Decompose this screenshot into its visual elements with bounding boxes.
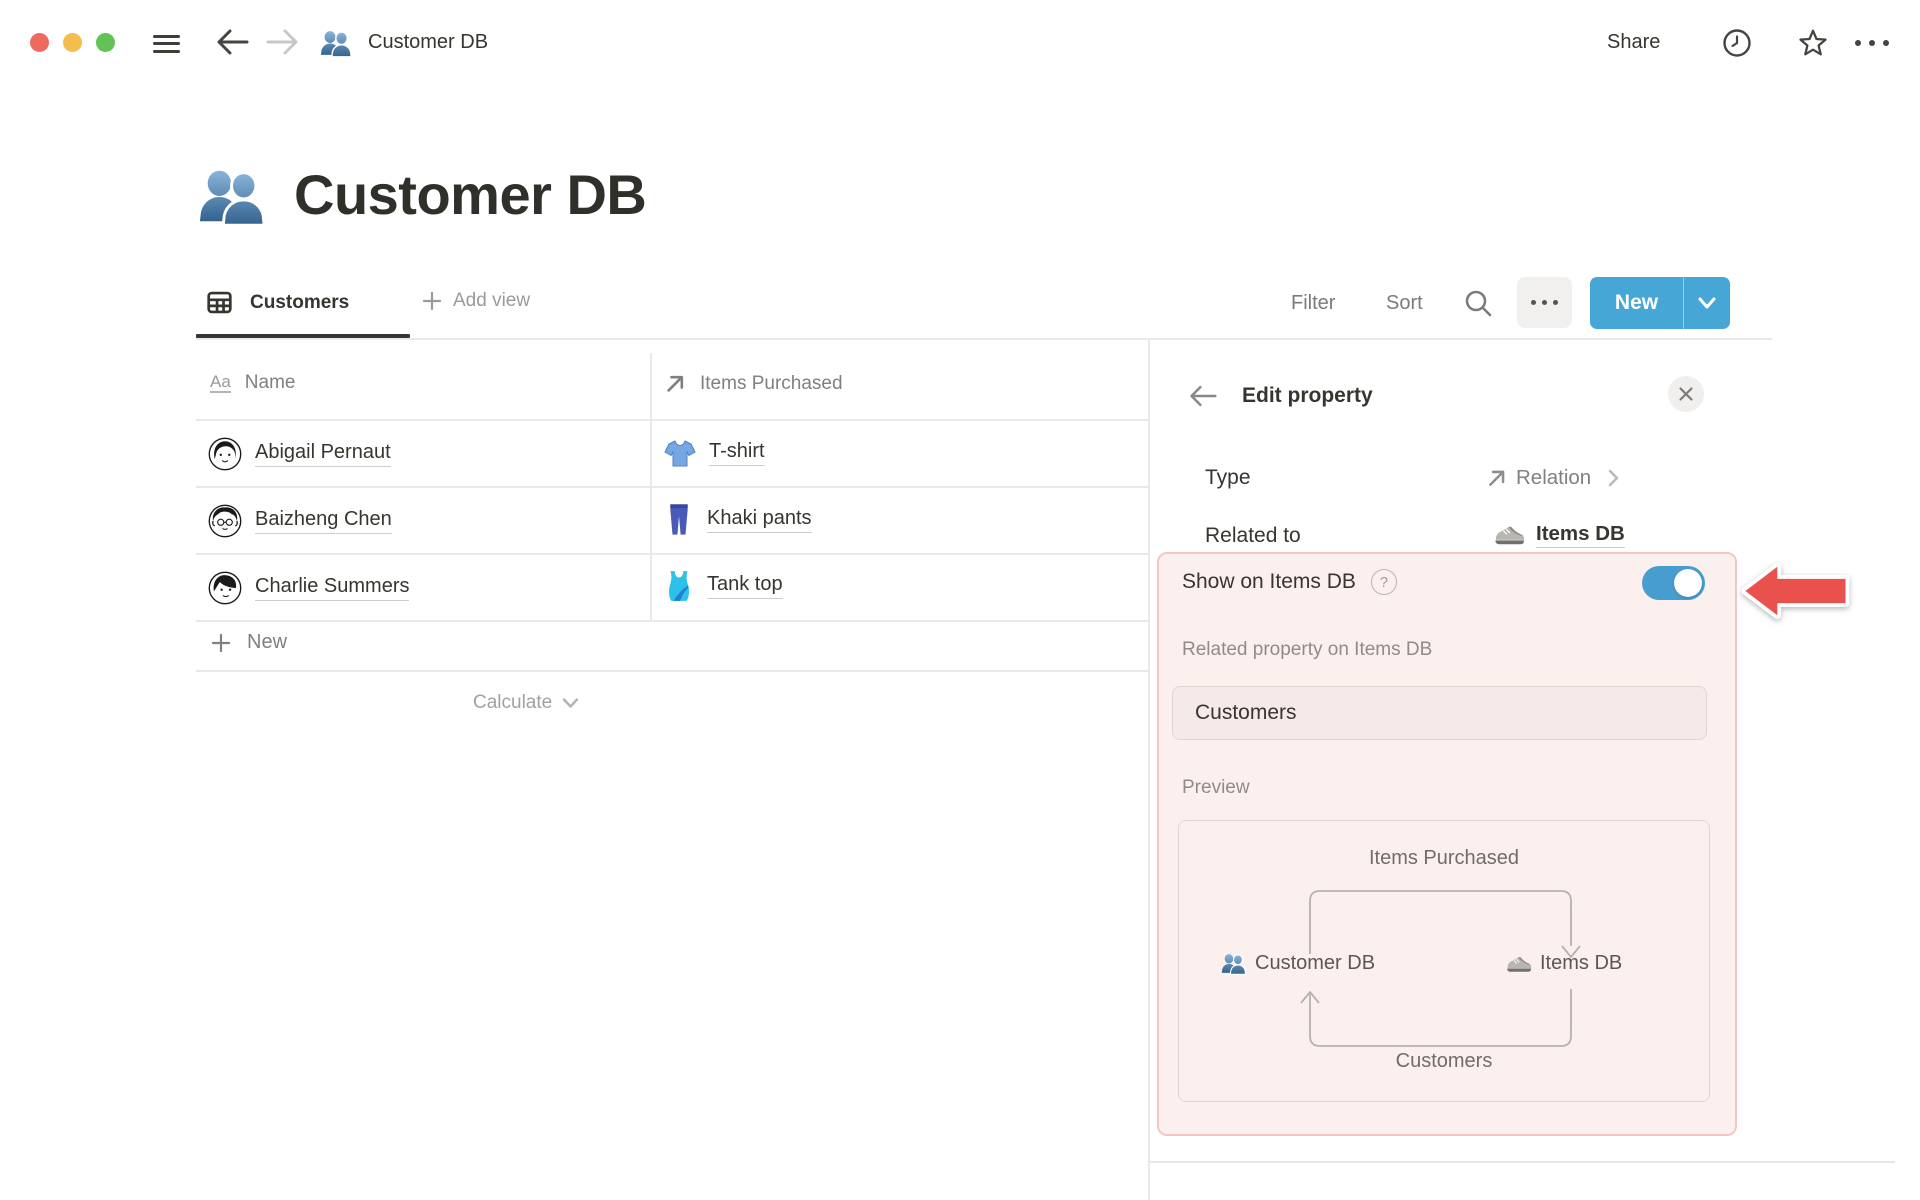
- preview-right-node: Items DB: [1506, 952, 1622, 975]
- tab-customers[interactable]: Customers: [250, 292, 349, 314]
- tanktop-icon: [669, 571, 689, 601]
- page-title[interactable]: Customer DB: [294, 162, 647, 227]
- annotation-red-arrow: [1741, 562, 1850, 620]
- view-options-icon[interactable]: [1517, 277, 1572, 328]
- plus-icon: [211, 633, 231, 652]
- row-item-link[interactable]: Khaki pants: [707, 507, 812, 533]
- jeans-icon: [670, 504, 688, 535]
- sidebar-menu-icon[interactable]: [153, 30, 180, 57]
- viewbar-border: [196, 338, 1772, 340]
- row-border: [196, 620, 1148, 622]
- people-icon: [1221, 953, 1247, 975]
- close-icon: [1679, 387, 1693, 401]
- chevron-down-icon: [1698, 297, 1716, 309]
- related-to-value-button[interactable]: Items DB: [1494, 522, 1625, 548]
- window-minimize-button[interactable]: [63, 33, 82, 52]
- panel-section-divider: [1148, 1161, 1895, 1163]
- type-value: Relation: [1516, 466, 1592, 489]
- column-name-label: Name: [244, 372, 296, 393]
- panel-divider[interactable]: [1148, 339, 1150, 1200]
- column-header-items-purchased[interactable]: Items Purchased: [664, 372, 843, 395]
- column-items-label: Items Purchased: [700, 372, 843, 394]
- table-cell-relation[interactable]: Tank top: [664, 569, 783, 603]
- new-split-button: New: [1590, 277, 1730, 329]
- updates-clock-icon[interactable]: [1722, 28, 1752, 58]
- sort-button[interactable]: Sort: [1386, 292, 1423, 315]
- toggle-knob: [1674, 569, 1702, 597]
- title-property-icon: Aa: [210, 372, 231, 393]
- preview-right-label: Items DB: [1540, 952, 1623, 974]
- notion-window: Customer DB Share Customer DB Customers …: [0, 0, 1920, 1200]
- panel-close-button[interactable]: [1668, 376, 1704, 412]
- nav-back-icon[interactable]: [215, 29, 249, 55]
- preview-left-label: Customer DB: [1255, 952, 1376, 974]
- favorite-star-icon[interactable]: [1797, 27, 1829, 59]
- preview-bottom-property: Customers: [1395, 1050, 1493, 1072]
- window-close-button[interactable]: [30, 33, 49, 52]
- new-row-border: [196, 670, 1148, 672]
- table-cell-relation[interactable]: Khaki pants: [666, 502, 812, 537]
- relation-arrow-icon: [1486, 467, 1508, 489]
- tshirt-icon: [664, 440, 696, 467]
- related-property-label: Related property on Items DB: [1182, 639, 1433, 660]
- type-value-button[interactable]: Relation: [1486, 466, 1620, 490]
- table-header-border: [196, 419, 1148, 421]
- new-button[interactable]: New: [1590, 277, 1683, 329]
- page-people-icon[interactable]: [198, 164, 268, 228]
- row-border: [196, 553, 1148, 555]
- share-button[interactable]: Share: [1607, 31, 1660, 54]
- help-icon[interactable]: ?: [1370, 569, 1397, 595]
- table-row[interactable]: Baizheng Chen: [208, 504, 392, 538]
- panel-title: Edit property: [1242, 384, 1373, 407]
- add-view-label: Add view: [453, 290, 531, 311]
- calculate-label: Calculate: [473, 692, 553, 713]
- relation-arrow-icon: [664, 372, 687, 395]
- man-curly-glasses-avatar: [208, 504, 242, 538]
- show-on-items-db-label: Show on Items DB: [1182, 570, 1356, 593]
- plus-icon: [422, 291, 442, 311]
- calculate-button[interactable]: Calculate: [473, 692, 579, 714]
- related-property-input[interactable]: [1172, 686, 1707, 740]
- type-label: Type: [1205, 466, 1251, 489]
- related-to-label: Related to: [1205, 524, 1301, 547]
- window-zoom-button[interactable]: [96, 33, 115, 52]
- chevron-down-icon: [563, 698, 579, 708]
- table-cell-relation[interactable]: T-shirt: [664, 437, 765, 469]
- row-name-link[interactable]: Abigail Pernaut: [255, 441, 391, 467]
- column-header-name[interactable]: Aa Name: [210, 372, 295, 394]
- table-row[interactable]: Charlie Summers: [208, 571, 410, 605]
- show-on-items-db-toggle[interactable]: [1642, 566, 1705, 600]
- sneaker-icon: [1506, 956, 1532, 972]
- chevron-right-icon: [1608, 469, 1619, 487]
- relation-preview: Items Purchased Customer DB Items DB Cus…: [1178, 820, 1710, 1102]
- doc-people-icon: [320, 30, 352, 58]
- breadcrumb-doc-title[interactable]: Customer DB: [368, 31, 488, 54]
- person-short-hair-avatar: [208, 571, 242, 605]
- new-row-label: New: [247, 631, 288, 653]
- add-view-button[interactable]: Add view: [421, 290, 530, 312]
- related-db-link[interactable]: Items DB: [1536, 522, 1625, 548]
- row-item-link[interactable]: Tank top: [707, 573, 783, 599]
- more-menu-icon[interactable]: [1855, 40, 1889, 46]
- row-name-link[interactable]: Charlie Summers: [255, 575, 410, 601]
- row-name-link[interactable]: Baizheng Chen: [255, 508, 392, 534]
- table-row[interactable]: Abigail Pernaut: [208, 437, 391, 471]
- table-view-icon: [207, 291, 232, 314]
- filter-button[interactable]: Filter: [1291, 292, 1335, 315]
- search-icon[interactable]: [1463, 288, 1493, 318]
- sneaker-icon: [1494, 526, 1525, 545]
- new-dropdown-button[interactable]: [1683, 277, 1730, 329]
- panel-back-icon[interactable]: [1188, 384, 1218, 408]
- new-row-button[interactable]: New: [210, 631, 287, 654]
- preview-left-node: Customer DB: [1221, 952, 1375, 975]
- nav-forward-icon[interactable]: [266, 29, 300, 55]
- woman-bob-avatar: [208, 437, 242, 471]
- preview-label: Preview: [1182, 777, 1250, 798]
- row-item-link[interactable]: T-shirt: [709, 440, 765, 466]
- row-border: [196, 486, 1148, 488]
